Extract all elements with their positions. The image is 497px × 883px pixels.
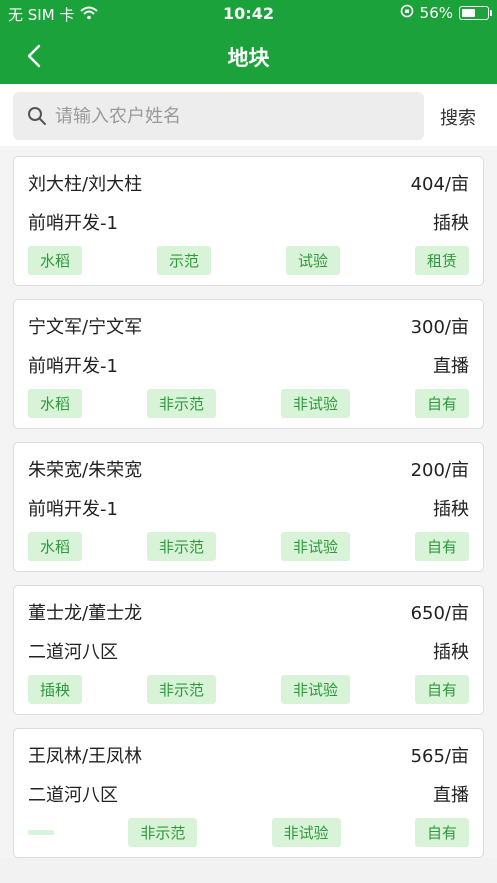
tag-row: 水稻 非示范 非试验 自有 xyxy=(28,532,469,561)
plot-area: 565/亩 xyxy=(410,746,469,767)
plot-tag: 非示范 xyxy=(128,818,198,847)
status-bar: 无 SIM 卡 10:42 56% xyxy=(0,0,497,28)
plot-tag: 自有 xyxy=(414,675,469,704)
search-row: 搜索 xyxy=(0,84,497,146)
plot-location: 前哨开发-1 xyxy=(28,356,118,377)
search-icon xyxy=(28,107,46,125)
search-input[interactable] xyxy=(55,105,395,127)
planting-method: 插秧 xyxy=(433,213,469,234)
plot-tag: 非试验 xyxy=(280,675,350,704)
plot-location: 二道河八区 xyxy=(28,785,118,806)
farmer-name: 董士龙/董士龙 xyxy=(28,603,143,624)
plot-location: 前哨开发-1 xyxy=(28,499,118,520)
top-bar: 无 SIM 卡 10:42 56% 地块 xyxy=(0,0,497,84)
plot-tag: 示范 xyxy=(156,246,211,275)
plot-location: 二道河八区 xyxy=(28,642,118,663)
plot-tag: 非示范 xyxy=(146,675,216,704)
battery-fill xyxy=(462,9,475,17)
plot-area: 650/亩 xyxy=(410,603,469,624)
plot-location: 前哨开发-1 xyxy=(28,213,118,234)
plot-tag: 租赁 xyxy=(414,246,469,275)
nav-bar: 地块 xyxy=(0,28,497,84)
plot-card[interactable]: 王凤林/王凤林 565/亩二道河八区 直播非示范 非试验 自有 xyxy=(13,728,484,858)
tag-row: 非示范 非试验 自有 xyxy=(28,818,469,847)
plot-tag: 非试验 xyxy=(271,818,341,847)
planting-method: 直播 xyxy=(433,356,469,377)
plot-tag: 自有 xyxy=(414,389,469,418)
planting-method: 直播 xyxy=(433,785,469,806)
plot-tag: 非示范 xyxy=(146,389,216,418)
farmer-name: 宁文军/宁文军 xyxy=(28,317,143,338)
battery-percent: 56% xyxy=(419,4,453,22)
rotation-lock-icon xyxy=(400,4,414,22)
plot-tag: 试验 xyxy=(285,246,340,275)
plot-card[interactable]: 刘大柱/刘大柱 404/亩前哨开发-1 插秧水稻 示范 试验 租赁 xyxy=(13,156,484,286)
search-button[interactable]: 搜索 xyxy=(440,104,476,130)
tag-row: 水稻 示范 试验 租赁 xyxy=(28,246,469,275)
plot-card[interactable]: 董士龙/董士龙 650/亩 二道河八区 插秧 插秧 非示范 非试验 自有 xyxy=(13,585,484,715)
plot-card[interactable]: 朱荣宽/朱荣宽 200/亩前哨开发-1 插秧水稻 非示范 非试验 自有 xyxy=(13,442,484,572)
plot-tag: 自有 xyxy=(414,532,469,561)
plot-area: 200/亩 xyxy=(410,460,469,481)
plot-tag: 非试验 xyxy=(280,532,350,561)
planting-method: 插秧 xyxy=(433,499,469,520)
plot-tag: 非试验 xyxy=(280,389,350,418)
plot-tag: 水稻 xyxy=(28,532,83,561)
page-title: 地块 xyxy=(227,46,270,70)
plot-tag: 自有 xyxy=(414,818,469,847)
plot-card[interactable]: 宁文军/宁文军 300/亩前哨开发-1 直播水稻 非示范 非试验 自有 xyxy=(13,299,484,429)
tag-row: 水稻 非示范 非试验 自有 xyxy=(28,389,469,418)
farmer-name: 王凤林/王凤林 xyxy=(28,746,143,767)
status-right: 56% xyxy=(400,4,492,22)
plot-tag: 插秧 xyxy=(28,675,83,704)
farmer-name: 朱荣宽/朱荣宽 xyxy=(28,460,143,481)
farmer-name: 刘大柱/刘大柱 xyxy=(28,174,143,195)
search-box[interactable] xyxy=(13,92,424,140)
tag-row: 插秧 非示范 非试验 自有 xyxy=(28,675,469,704)
plot-tag xyxy=(28,830,54,835)
plot-tag: 水稻 xyxy=(28,389,83,418)
plot-area: 404/亩 xyxy=(410,174,469,195)
plot-list: 刘大柱/刘大柱 404/亩 前哨开发-1 插秧 水稻 示范 试验 租赁 宁文军/宁文军 300/亩… xyxy=(0,146,497,858)
battery-icon xyxy=(459,6,492,20)
plot-tag: 水稻 xyxy=(28,246,83,275)
plot-area: 300/亩 xyxy=(410,317,469,338)
plot-tag: 非示范 xyxy=(146,532,216,561)
planting-method: 插秧 xyxy=(433,642,469,663)
